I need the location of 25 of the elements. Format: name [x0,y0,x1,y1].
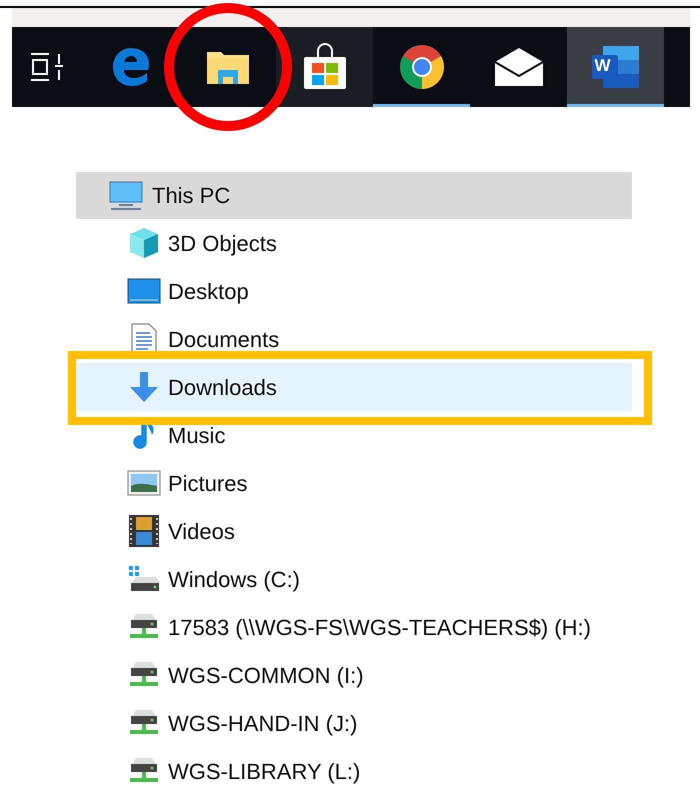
round-logo-icon [398,44,444,90]
tree-item[interactable]: Downloads [76,363,632,411]
envelope-icon [494,47,544,87]
tree-item[interactable]: This PC [76,172,632,219]
tree-item[interactable]: 17583 (\\WGS-FS\WGS-TEACHERS$) (H:) [76,603,632,651]
tree-item[interactable]: WGS-HAND-IN (J:) [76,699,632,747]
letter-e-icon [110,46,150,88]
shopping-bag-icon [302,43,348,91]
monitor-icon [108,180,144,210]
tree-item[interactable]: Documents [76,315,632,363]
tree-item[interactable]: Music [76,411,632,459]
tree-item[interactable]: Pictures [76,459,632,507]
tree-item[interactable]: WGS-COMMON (I:) [76,651,632,699]
tree-item[interactable]: Windows (C:) [76,555,632,603]
tree-item[interactable]: Desktop [76,267,632,315]
task-view-icon [29,52,65,82]
picture-icon [126,470,162,496]
taskbar-button[interactable]: W [567,27,664,107]
taskbar-button[interactable] [276,27,373,107]
screen-icon [126,278,162,304]
drive-icon [126,565,162,593]
tree-item[interactable]: WGS-LIBRARY (L:) [76,747,632,788]
tree-item[interactable]: Videos [76,507,632,555]
tree-item[interactable]: 3D Objects [76,219,632,267]
film-icon [126,514,162,548]
